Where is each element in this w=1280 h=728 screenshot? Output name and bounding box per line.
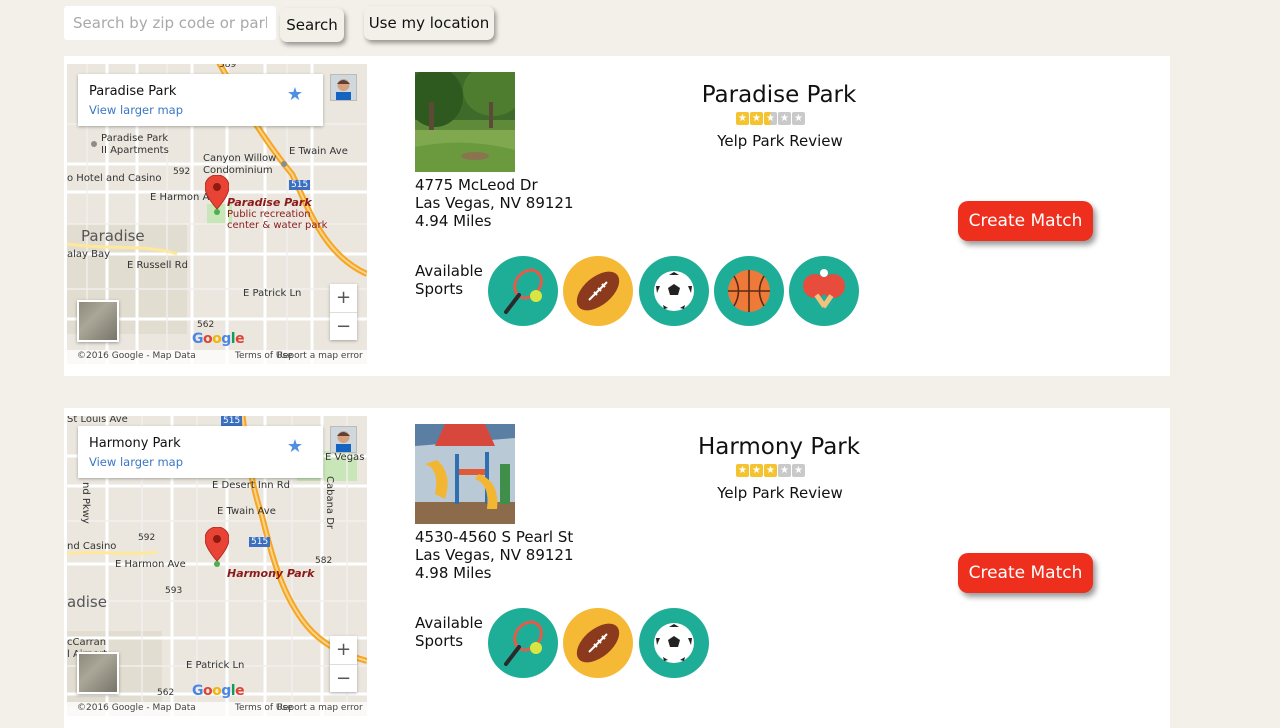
google-logo: Google [192, 331, 245, 347]
map-info-window: Harmony Park View larger map ★ [78, 426, 323, 478]
zoom-controls: + − [330, 284, 357, 340]
map-info-title: Paradise Park [89, 84, 177, 99]
park-card: 589 Paradise Park II Apartments Canyon W… [64, 56, 1170, 376]
football-icon[interactable] [563, 256, 633, 326]
address-city: Las Vegas, NV 89121 [415, 194, 574, 212]
map-data-credit: ©2016 Google - Map Data [77, 351, 196, 361]
satellite-toggle[interactable] [77, 652, 119, 694]
address-city: Las Vegas, NV 89121 [415, 546, 574, 564]
star-icon: ★ [736, 464, 749, 477]
zoom-out-button[interactable]: − [330, 664, 357, 692]
search-button[interactable]: Search [280, 8, 344, 42]
map-park-label: Harmony Park [227, 567, 315, 580]
map-footer: ©2016 Google - Map Data Terms of Use Rep… [67, 350, 367, 364]
star-icon: ★ [750, 464, 763, 477]
distance: 4.94 Miles [415, 212, 492, 230]
save-star-icon[interactable]: ★ [287, 84, 303, 105]
zoom-in-button[interactable]: + [330, 284, 357, 312]
use-my-location-button[interactable]: Use my location [364, 6, 494, 40]
football-icon[interactable] [563, 608, 633, 678]
report-map-error-link[interactable]: Report a map error [277, 351, 363, 361]
yelp-review-link[interactable]: Yelp Park Review [680, 484, 880, 502]
rating-stars: ★ ★ ★ ★ ★ [736, 464, 806, 477]
star-icon: ★ [778, 112, 791, 125]
report-map-error-link[interactable]: Report a map error [277, 703, 363, 713]
search-input[interactable] [64, 6, 276, 40]
satellite-toggle[interactable] [77, 300, 119, 342]
soccer-icon[interactable] [639, 256, 709, 326]
available-sports-label: Available Sports [415, 262, 483, 298]
basketball-icon[interactable] [714, 256, 784, 326]
view-larger-map-link[interactable]: View larger map [89, 103, 183, 117]
distance: 4.98 Miles [415, 564, 492, 582]
park-photo [415, 72, 515, 172]
zoom-controls: + − [330, 636, 357, 692]
tennis-icon[interactable] [488, 608, 558, 678]
park-map[interactable]: 589 Paradise Park II Apartments Canyon W… [67, 64, 367, 364]
tennis-icon[interactable] [488, 256, 558, 326]
avatar[interactable] [330, 426, 357, 453]
park-name[interactable]: Paradise Park [679, 82, 879, 108]
address-street: 4775 McLeod Dr [415, 176, 538, 194]
star-icon: ★ [736, 112, 749, 125]
rating-stars: ★ ★ ★ ★ ★ [736, 112, 806, 125]
soccer-icon[interactable] [639, 608, 709, 678]
create-match-button[interactable]: Create Match [958, 553, 1093, 593]
zoom-out-button[interactable]: − [330, 312, 357, 340]
create-match-button[interactable]: Create Match [958, 201, 1093, 241]
map-info-window: Paradise Park View larger map ★ [78, 74, 323, 126]
star-icon: ★ [792, 112, 805, 125]
park-map[interactable]: St Louis Ave 515 E Vegas Val nd Pkwy E D… [67, 416, 367, 716]
map-footer: ©2016 Google - Map Data Terms of Use Rep… [67, 702, 367, 716]
park-card: St Louis Ave 515 E Vegas Val nd Pkwy E D… [64, 408, 1170, 728]
star-icon: ★ [792, 464, 805, 477]
park-name[interactable]: Harmony Park [679, 434, 879, 460]
star-icon: ★ [764, 464, 777, 477]
google-logo: Google [192, 683, 245, 699]
save-star-icon[interactable]: ★ [287, 436, 303, 457]
star-icon: ★ [778, 464, 791, 477]
park-address: 4530-4560 S Pearl St Las Vegas, NV 89121… [415, 528, 574, 582]
park-address: 4775 McLeod Dr Las Vegas, NV 89121 4.94 … [415, 176, 574, 230]
map-data-credit: ©2016 Google - Map Data [77, 703, 196, 713]
zoom-in-button[interactable]: + [330, 636, 357, 664]
ping-pong-icon[interactable] [789, 256, 859, 326]
star-icon: ★ [764, 112, 777, 125]
star-icon: ★ [750, 112, 763, 125]
map-info-title: Harmony Park [89, 436, 181, 451]
available-sports-label: Available Sports [415, 614, 483, 650]
address-street: 4530-4560 S Pearl St [415, 528, 574, 546]
view-larger-map-link[interactable]: View larger map [89, 455, 183, 469]
yelp-review-link[interactable]: Yelp Park Review [680, 132, 880, 150]
avatar[interactable] [330, 74, 357, 101]
park-photo [415, 424, 515, 524]
